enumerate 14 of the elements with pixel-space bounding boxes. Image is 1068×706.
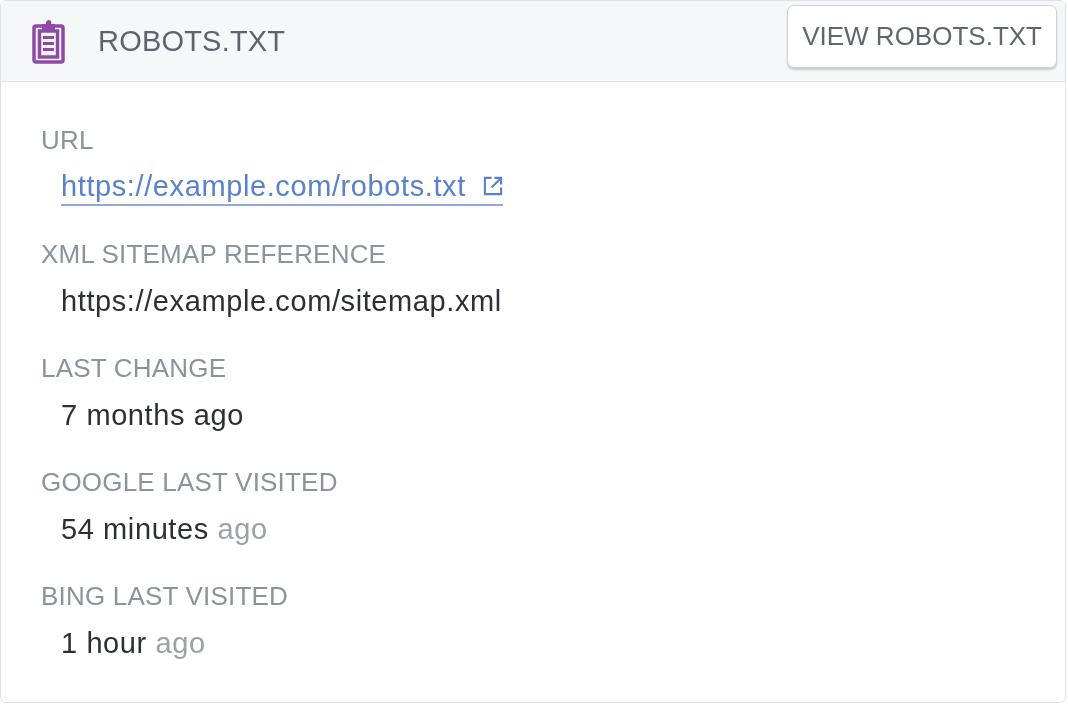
field-label: URL: [41, 124, 94, 157]
card-title: ROBOTS.TXT: [98, 24, 287, 58]
robots-url-link[interactable]: https://example.com/robots.txt: [61, 168, 503, 206]
field-value: 54 minutes ago: [61, 512, 268, 547]
field-value: https://example.com/sitemap.xml: [61, 284, 502, 319]
field-value: 1 hour ago: [61, 626, 206, 661]
view-robots-button[interactable]: VIEW ROBOTS.TXT: [787, 4, 1057, 68]
field-label: BING LAST VISITED: [41, 580, 289, 613]
external-link-icon: [482, 176, 503, 196]
field-label: GOOGLE LAST VISITED: [41, 466, 338, 499]
field-value: 7 months ago: [61, 398, 244, 433]
field-label: XML SITEMAP REFERENCE: [41, 238, 387, 271]
clipboard-icon: [32, 18, 65, 64]
field-label: LAST CHANGE: [41, 352, 227, 385]
